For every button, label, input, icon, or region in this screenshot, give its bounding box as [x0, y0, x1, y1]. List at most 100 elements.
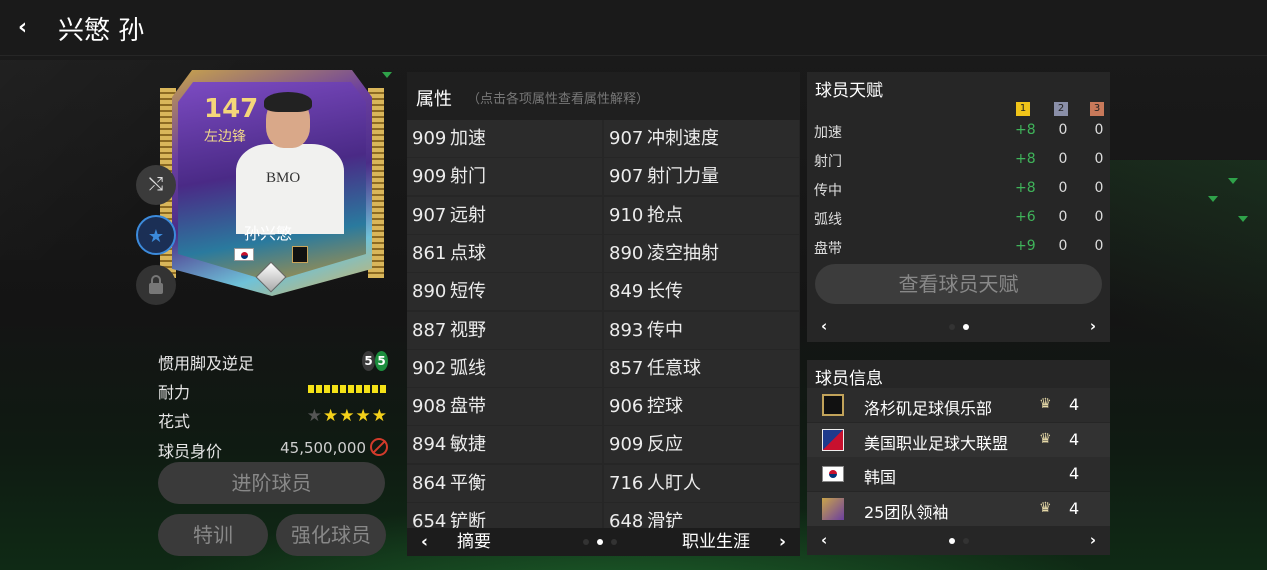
attributes-hint: （点击各项属性查看属性解释） — [467, 92, 650, 107]
attribute-cell[interactable]: 906 控球 — [604, 388, 799, 426]
page-dot-active — [949, 537, 955, 544]
skill-star-icon: ★ — [371, 406, 388, 426]
attribute-name: 视野 — [450, 319, 486, 341]
trait-level-3-value: 0 — [1094, 122, 1104, 138]
traits-prev-icon[interactable]: ‹ — [821, 312, 827, 340]
attribute-name: 短传 — [450, 281, 486, 303]
attribute-cell[interactable]: 909 反应 — [604, 426, 799, 464]
attribute-name: 凌空抽射 — [647, 242, 719, 264]
attribute-value: 654 — [412, 511, 447, 528]
player-info-row[interactable]: 韩国 4 — [807, 457, 1110, 491]
page-dot — [583, 539, 589, 545]
enhance-player-button[interactable]: 强化球员 — [276, 514, 386, 556]
trait-level-1-value: +9 — [1015, 238, 1036, 254]
player-info-row[interactable]: 洛杉矶足球俱乐部 ♛ 4 — [807, 388, 1110, 422]
player-card[interactable]: BMO 147 左边锋 孙兴慜 — [160, 70, 384, 300]
foot-label: 惯用脚及逆足 — [158, 354, 255, 373]
player-info-next-icon[interactable]: › — [1090, 526, 1096, 554]
attribute-cell[interactable]: 908 盘带 — [407, 388, 602, 426]
attribute-cell[interactable]: 861 点球 — [407, 234, 602, 272]
attribute-value: 907 — [609, 128, 644, 149]
player-info-row[interactable]: 25团队领袖 ♛ 4 — [807, 491, 1110, 526]
deco-triangle — [1238, 216, 1248, 222]
tab-summary[interactable]: 摘要 — [457, 528, 491, 556]
lock-glyph — [149, 275, 163, 294]
attribute-cell[interactable]: 864 平衡 — [407, 464, 602, 502]
no-trade-icon — [370, 438, 388, 456]
trait-row: 传中 +8 0 0 — [807, 174, 1110, 203]
attribute-cell[interactable]: 907 远射 — [407, 196, 602, 234]
attribute-cell[interactable]: 887 视野 — [407, 311, 602, 349]
attribute-name: 传中 — [647, 319, 683, 341]
skill-stars: ★★★★★ — [307, 406, 388, 426]
tab-career[interactable]: 职业生涯 — [682, 528, 750, 556]
attribute-name: 敏捷 — [450, 434, 486, 456]
info-row-value: 球员身价 45,500,000 — [158, 436, 388, 461]
attribute-value: 890 — [609, 242, 644, 264]
traits-next-icon[interactable]: › — [1090, 312, 1096, 340]
player-info-text: 25团队领袖 — [864, 502, 949, 522]
card-overall: 147 — [204, 94, 259, 124]
skill-label: 花式 — [158, 412, 191, 431]
attribute-cell[interactable]: 716 人盯人 — [604, 464, 799, 502]
view-traits-button[interactable]: 查看球员天赋 — [815, 264, 1102, 304]
attribute-cell[interactable]: 902 弧线 — [407, 349, 602, 387]
prev-page-icon[interactable]: ‹ — [421, 528, 428, 556]
attributes-title: 属性 — [416, 89, 452, 110]
advance-player-button[interactable]: 进阶球员 — [158, 462, 385, 504]
attribute-cell[interactable]: 907 射门力量 — [604, 158, 799, 196]
attribute-cell[interactable]: 894 敏捷 — [407, 426, 602, 464]
player-value-number: 45,500,000 — [280, 439, 366, 457]
attribute-value: 887 — [412, 319, 447, 341]
player-info-text: 韩国 — [864, 468, 897, 487]
training-button[interactable]: 特训 — [158, 514, 268, 556]
value-label: 球员身价 — [158, 442, 223, 461]
player-info-row[interactable]: 美国职业足球大联盟 ♛ 4 — [807, 422, 1110, 457]
jersey-sponsor: BMO — [266, 170, 301, 186]
player-info-prev-icon[interactable]: ‹ — [821, 526, 827, 554]
attribute-value: 909 — [609, 434, 644, 456]
card-club-badge-icon — [292, 246, 308, 263]
stamina-bar — [308, 385, 388, 393]
trait-row: 加速 +8 0 0 — [807, 116, 1110, 145]
attribute-value: 890 — [412, 281, 447, 303]
attribute-name: 人盯人 — [647, 472, 701, 494]
attribute-cell[interactable]: 893 传中 — [604, 311, 799, 349]
attribute-name: 盘带 — [450, 396, 486, 418]
traits-pager: ‹ › — [807, 312, 1110, 340]
page-dot — [949, 323, 955, 330]
deco-triangle — [1228, 178, 1238, 184]
page-dot-active — [597, 539, 603, 545]
attribute-value: 907 — [412, 204, 447, 226]
attribute-cell[interactable]: 890 短传 — [407, 273, 602, 311]
attribute-cell[interactable]: 849 长传 — [604, 273, 799, 311]
attribute-cell[interactable]: 909 加速 — [407, 120, 602, 157]
back-arrow-icon[interactable]: ‹ — [18, 14, 46, 42]
trait-name: 弧线 — [814, 212, 842, 228]
attribute-cell[interactable]: 654 铲断 — [407, 503, 602, 528]
trait-level-2-value: 0 — [1058, 151, 1068, 167]
attribute-cell[interactable]: 857 任意球 — [604, 349, 799, 387]
trait-row: 射门 +8 0 0 — [807, 145, 1110, 174]
attributes-footer: ‹ 摘要 职业生涯 › — [407, 528, 800, 556]
level-3-icon: 3 — [1090, 102, 1104, 116]
attribute-value: 909 — [412, 128, 447, 149]
crown-icon: ♛ — [1039, 499, 1052, 516]
next-page-icon[interactable]: › — [779, 528, 786, 556]
star-icon[interactable]: ★ — [136, 215, 176, 255]
share-icon[interactable]: ⤭ — [136, 165, 176, 205]
player-info-page-indicator — [945, 526, 973, 554]
lock-icon[interactable] — [136, 265, 176, 305]
attribute-cell[interactable]: 910 抢点 — [604, 196, 799, 234]
attribute-cell[interactable]: 909 射门 — [407, 158, 602, 196]
attribute-cell[interactable]: 648 滑铲 — [604, 503, 799, 528]
player-info-text: 洛杉矶足球俱乐部 — [864, 399, 993, 418]
player-info-count: 4 — [1069, 395, 1080, 414]
attribute-cell[interactable]: 890 凌空抽射 — [604, 234, 799, 272]
attribute-cell[interactable]: 907 冲刺速度 — [604, 120, 799, 157]
trait-level-2-value: 0 — [1058, 238, 1068, 254]
attribute-name: 铲断 — [450, 511, 486, 528]
strong-foot-value: 5 — [375, 351, 388, 371]
weak-foot-value: 5 — [362, 351, 375, 371]
trait-level-3-value: 0 — [1094, 209, 1104, 225]
